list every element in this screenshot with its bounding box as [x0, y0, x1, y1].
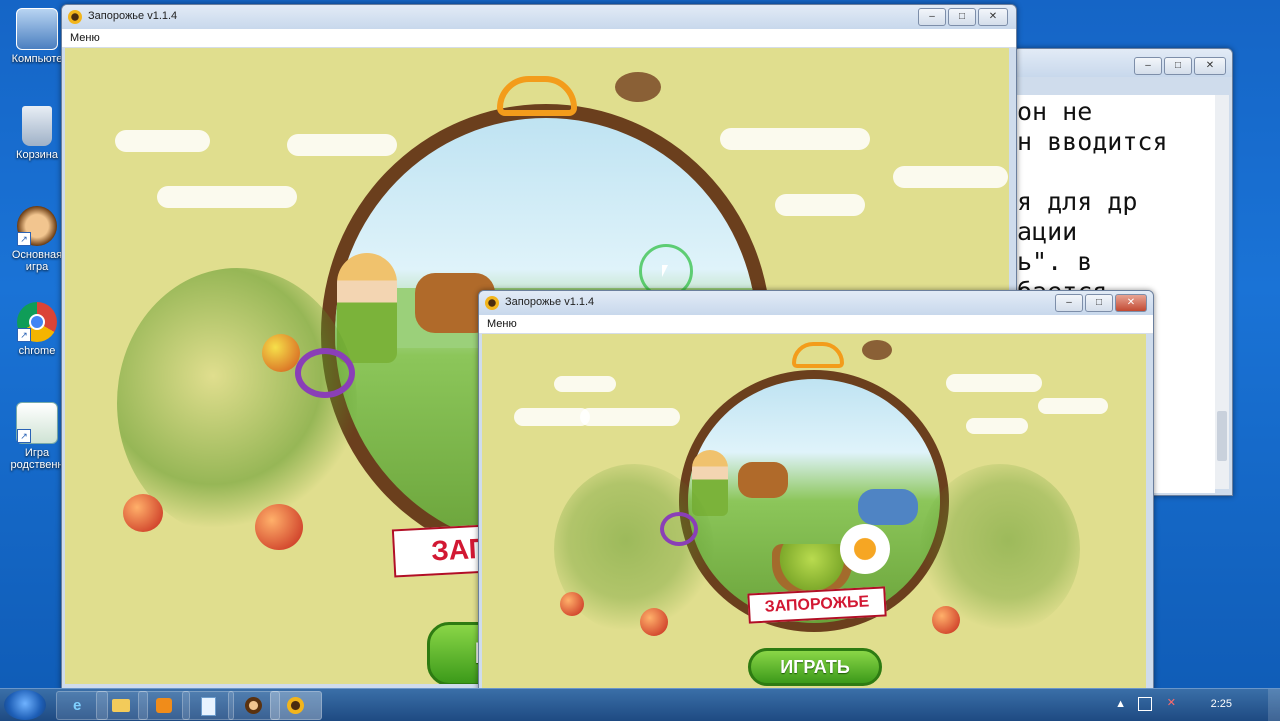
- maximize-button[interactable]: □: [948, 8, 976, 26]
- cloud: [893, 166, 1008, 188]
- cloud: [514, 408, 590, 426]
- purple-ribbon: [660, 512, 698, 546]
- window-title: Запорожье v1.1.4: [505, 296, 595, 308]
- shortcut-arrow-icon: ↗: [17, 232, 31, 246]
- bird-icon: [615, 72, 661, 102]
- text-line: я для др: [1017, 187, 1138, 216]
- taskbar-notepad-button[interactable]: [182, 691, 234, 720]
- maximize-button[interactable]: □: [1085, 294, 1113, 312]
- orange-ribbon: [497, 76, 577, 116]
- cow-character: [738, 462, 788, 498]
- notepad-icon: [201, 697, 216, 716]
- recycle-bin-icon: [22, 106, 52, 146]
- chrome-icon: ↗: [17, 302, 57, 342]
- menu-item[interactable]: Меню: [70, 32, 100, 44]
- daisy-icon: [840, 524, 890, 574]
- menu-item[interactable]: Меню: [487, 318, 517, 330]
- apple-icon: [640, 608, 668, 636]
- sunflower-app-icon: [68, 10, 82, 24]
- show-desktop-button[interactable]: [1268, 689, 1280, 721]
- volume-muted-icon[interactable]: ✕: [1167, 696, 1176, 709]
- game-window-icon: ↗: [16, 402, 58, 444]
- bird-icon: [862, 340, 892, 360]
- menu-bar: Меню: [479, 315, 1153, 334]
- apple-icon: [255, 504, 303, 550]
- text-line: он не: [1017, 97, 1093, 126]
- cloud: [157, 186, 297, 208]
- mouse-cursor-icon: [662, 265, 668, 277]
- sunflower-app-icon: [485, 296, 499, 310]
- cloud: [554, 376, 616, 392]
- maximize-button[interactable]: □: [1164, 57, 1192, 75]
- shortcut-arrow-icon: ↗: [17, 328, 31, 342]
- close-button[interactable]: ✕: [1115, 294, 1147, 312]
- small-window-titlebar[interactable]: Запорожье v1.1.4 – □ ✕: [479, 291, 1153, 315]
- purple-ribbon: [295, 348, 355, 398]
- window-title: Запорожье v1.1.4: [88, 10, 178, 22]
- cloud: [287, 134, 397, 156]
- scroll-thumb[interactable]: [1217, 411, 1227, 461]
- play-button[interactable]: ИГРАТЬ: [748, 648, 882, 686]
- apple-icon: [932, 606, 960, 634]
- cloud: [775, 194, 865, 216]
- start-button[interactable]: [4, 690, 46, 720]
- internet-explorer-icon: e: [73, 697, 82, 714]
- text-line: ь". в: [1017, 247, 1093, 276]
- main-window-titlebar[interactable]: Запорожье v1.1.4 – □ ✕: [62, 5, 1016, 29]
- show-hidden-icons-icon[interactable]: ▲: [1115, 698, 1126, 710]
- cloud: [946, 374, 1042, 392]
- apple-icon: [560, 592, 584, 616]
- sunflower-app-icon: [287, 697, 304, 714]
- minimize-button[interactable]: –: [1055, 294, 1083, 312]
- orange-ribbon: [792, 342, 844, 368]
- clock[interactable]: 2:25: [1211, 698, 1232, 710]
- apple-icon: [262, 334, 300, 372]
- cloud: [966, 418, 1028, 434]
- taskbar: e ▲ ✕ 2:25: [0, 688, 1280, 721]
- text-window-titlebar[interactable]: – □ ✕: [1014, 49, 1232, 77]
- cloud: [1038, 398, 1108, 414]
- vertical-scrollbar[interactable]: [1215, 95, 1229, 489]
- media-player-icon: [156, 698, 172, 713]
- text-line: ации: [1017, 217, 1078, 246]
- game-gear-icon: [245, 697, 262, 714]
- cloud: [720, 128, 870, 150]
- text-line: [1017, 157, 1215, 187]
- minimize-button[interactable]: –: [1134, 57, 1162, 75]
- text-line: н вводится: [1017, 127, 1168, 156]
- farmer-character: [858, 489, 918, 525]
- minimize-button[interactable]: –: [918, 8, 946, 26]
- computer-icon: [16, 8, 58, 50]
- close-button[interactable]: ✕: [1194, 57, 1226, 75]
- game-character-icon: ↗: [17, 206, 57, 246]
- close-button[interactable]: ✕: [978, 8, 1008, 26]
- network-icon[interactable]: [1138, 697, 1152, 711]
- cloud: [580, 408, 680, 426]
- folder-icon: [112, 699, 130, 712]
- game-canvas[interactable]: ЗАПОРОЖЬЕ ИГРАТЬ: [482, 334, 1146, 689]
- menu-bar: Меню: [62, 29, 1016, 48]
- taskbar-zaporozhye-button[interactable]: [270, 691, 322, 720]
- small-game-window[interactable]: Запорожье v1.1.4 – □ ✕ Меню ЗАПОРОЖЬЕ ИГ…: [478, 290, 1154, 692]
- apple-icon: [123, 494, 163, 532]
- cloud: [115, 130, 210, 152]
- shortcut-arrow-icon: ↗: [17, 429, 31, 443]
